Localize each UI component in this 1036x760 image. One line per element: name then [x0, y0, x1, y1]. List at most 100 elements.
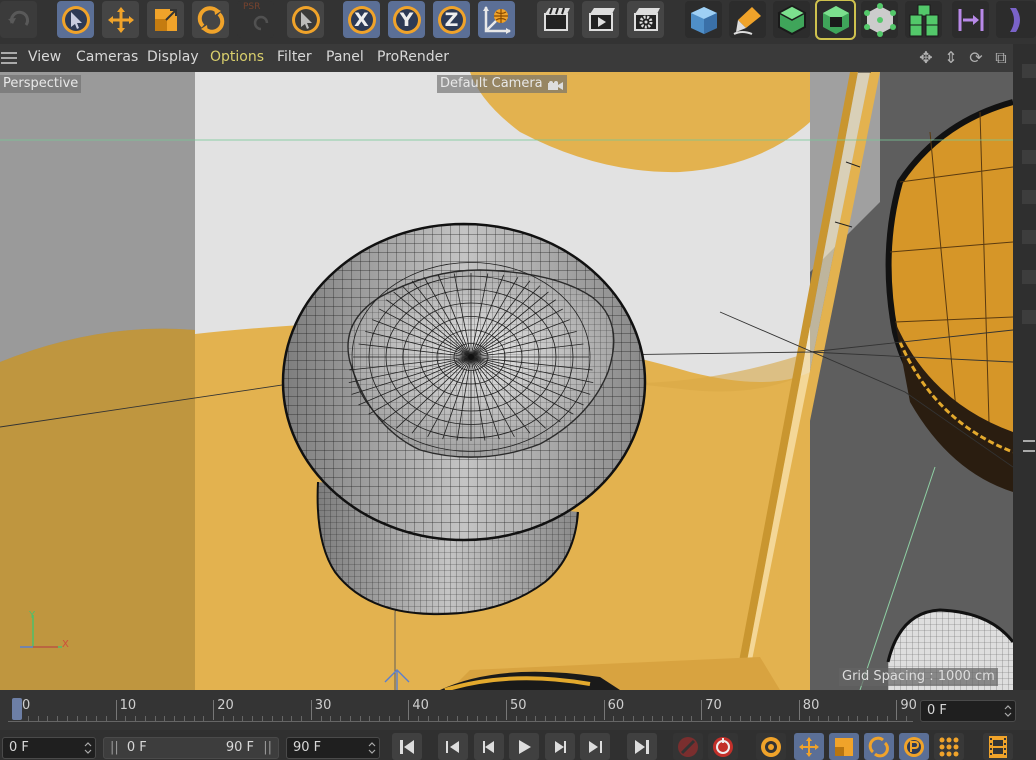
pen-icon [732, 4, 764, 36]
film-strip-icon [987, 735, 1009, 759]
move-key-icon [797, 735, 821, 759]
view-name-label: Perspective [0, 75, 82, 93]
psr-icon: PSR [243, 2, 261, 12]
keyframe-selection-icon [759, 735, 783, 759]
menu-options[interactable]: Options [210, 49, 264, 65]
point-level-animation-button[interactable] [934, 733, 964, 760]
psr-button[interactable]: PSR [237, 1, 274, 38]
cube-object-button[interactable] [685, 1, 722, 38]
menu-prorender[interactable]: ProRender [377, 49, 449, 65]
pen-tool-button[interactable] [729, 1, 766, 38]
timeline-baseline [8, 721, 913, 722]
rotation-key-button[interactable] [864, 733, 894, 760]
render-view-icon [585, 4, 617, 36]
y-axis-icon: Y [391, 4, 423, 36]
range-handle-icon: || [263, 740, 272, 755]
play-button[interactable] [509, 733, 539, 760]
menu-panel[interactable]: Panel [326, 49, 364, 65]
side-tab [1022, 150, 1036, 164]
timeline-tick-label: 40 [412, 698, 429, 713]
align-button[interactable] [952, 1, 989, 38]
pan-view-icon[interactable]: ✥ [917, 49, 935, 67]
main-toolbar: PSR X Y Z [0, 0, 1036, 44]
timeline-tick-label: 10 [119, 698, 137, 713]
x-axis-icon: X [346, 4, 378, 36]
undo-icon [4, 5, 34, 35]
timeline-tick-label: 0 [22, 698, 31, 713]
previous-frame-button[interactable] [474, 733, 504, 760]
deformer-icon [1000, 4, 1032, 36]
go-to-end-button[interactable] [627, 733, 657, 760]
render-settings-button[interactable] [627, 1, 664, 38]
timeline-ruler[interactable]: 0 10 20 30 40 50 60 70 80 90 0 F [0, 690, 1036, 730]
dolly-view-icon[interactable]: ⇕ [942, 49, 960, 67]
extrude-button[interactable] [815, 0, 856, 40]
timeline-playhead[interactable] [12, 698, 22, 720]
array-button[interactable] [905, 1, 942, 38]
y-axis-lock-button[interactable]: Y [388, 1, 425, 38]
world-coordinates-button[interactable] [478, 1, 515, 38]
autokey-icon [711, 735, 735, 759]
axis-y-label: Y [29, 610, 36, 621]
render-view-button[interactable] [582, 1, 619, 38]
subdivision-surface-button[interactable] [773, 1, 810, 38]
menu-display[interactable]: Display [147, 49, 199, 65]
next-frame-icon [550, 737, 570, 757]
3d-viewport[interactable]: Y X Perspective Default Camera Grid Spac… [0, 72, 1013, 690]
array-icon [906, 3, 942, 37]
timeline-major-tick [115, 700, 117, 720]
panel-grip-icon[interactable] [1023, 440, 1035, 452]
world-coordinates-icon [480, 3, 514, 37]
timeline-tick-label: 80 [802, 698, 820, 713]
menu-cameras[interactable]: Cameras [76, 49, 138, 65]
subdivision-icon [775, 3, 809, 37]
frame-range-slider[interactable]: || 0 F 90 F || [103, 737, 279, 759]
next-key-button[interactable] [580, 733, 610, 760]
render-region-button[interactable] [537, 1, 574, 38]
panel-menu-icon[interactable] [1, 52, 17, 64]
live-select-button[interactable] [287, 1, 324, 38]
start-frame-field[interactable]: 0 F [2, 737, 96, 759]
rotate-tool-button[interactable] [192, 1, 229, 38]
scale-icon [150, 4, 182, 36]
select-arrow-icon [60, 4, 92, 36]
deformer-button[interactable] [996, 1, 1036, 38]
render-settings-icon [630, 4, 662, 36]
maximize-view-icon[interactable]: ⧉ [992, 49, 1010, 67]
parameter-key-icon [902, 735, 926, 759]
timeline-major-tick [603, 700, 605, 720]
timeline-major-tick [896, 700, 898, 720]
parameter-key-button[interactable] [899, 733, 929, 760]
undo-button[interactable] [0, 1, 37, 38]
autokey-button[interactable] [708, 733, 738, 760]
mograph-cloner-button[interactable] [861, 1, 898, 38]
z-axis-icon: Z [436, 4, 468, 36]
previous-key-button[interactable] [438, 733, 468, 760]
current-frame-field[interactable]: 0 F [920, 700, 1016, 722]
point-grid-icon [938, 736, 960, 758]
scale-tool-button[interactable] [147, 1, 184, 38]
z-axis-lock-button[interactable]: Z [433, 1, 470, 38]
x-axis-lock-button[interactable]: X [343, 1, 380, 38]
scale-key-button[interactable] [829, 733, 859, 760]
select-tool-button[interactable] [57, 1, 94, 38]
orbit-view-icon[interactable]: ⟳ [967, 49, 985, 67]
go-to-start-button[interactable] [392, 733, 422, 760]
timeline-major-tick [798, 700, 800, 720]
move-icon [105, 4, 137, 36]
move-tool-button[interactable] [102, 1, 139, 38]
camera-label[interactable]: Default Camera [437, 75, 567, 93]
end-frame-field[interactable]: 90 F [286, 737, 380, 759]
side-tab [1022, 190, 1036, 204]
record-keys-button[interactable] [673, 733, 703, 760]
rotate-icon [195, 4, 227, 36]
menu-view[interactable]: View [28, 49, 61, 65]
timeline-tick-label: 30 [314, 698, 332, 713]
side-tab [1022, 310, 1036, 324]
menu-filter[interactable]: Filter [277, 49, 312, 65]
timeline-window-button[interactable] [983, 733, 1013, 760]
go-to-end-icon [632, 737, 652, 757]
position-key-button[interactable] [794, 733, 824, 760]
next-frame-button[interactable] [545, 733, 575, 760]
keyframe-selection-button[interactable] [756, 733, 786, 760]
